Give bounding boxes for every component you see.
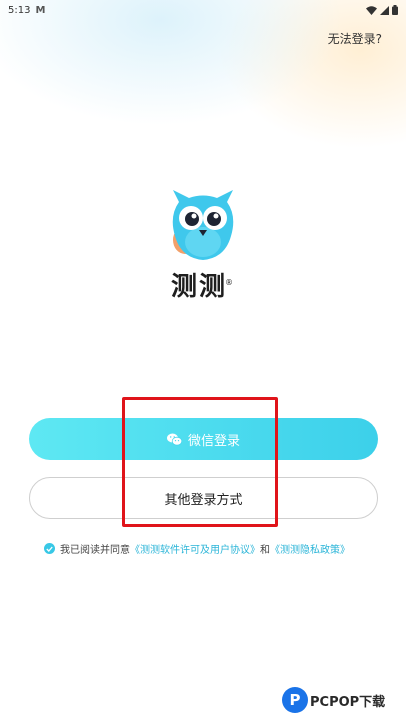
status-bar: 5:13 M — [0, 0, 406, 20]
background-gradient — [0, 0, 406, 170]
registered-mark: ® — [225, 278, 235, 288]
app-logo — [163, 188, 243, 264]
license-agreement-link[interactable]: 《测测软件许可及用户协议》 — [130, 541, 260, 556]
app-name-text: 测测 — [170, 272, 227, 302]
cellular-icon — [380, 5, 389, 15]
agreement-checkbox[interactable] — [44, 543, 55, 554]
watermark-text: PCPOP下载 — [310, 694, 386, 710]
checkmark-icon — [46, 546, 53, 552]
watermark: P PCPOP下载 — [282, 680, 406, 720]
app-name: 测测® — [0, 266, 406, 303]
agreement-row: 我已阅读并同意 《测测软件许可及用户协议》 和 《测测隐私政策》 — [44, 541, 384, 556]
status-icons — [366, 5, 398, 15]
owl-logo-icon — [172, 190, 234, 260]
privacy-policy-link[interactable]: 《测测隐私政策》 — [270, 541, 350, 556]
wifi-icon — [366, 5, 377, 15]
watermark-logo-icon: P — [282, 687, 308, 713]
gmail-notification-icon: M — [35, 4, 46, 16]
status-time: 5:13 — [8, 4, 31, 16]
agreement-and: 和 — [260, 545, 270, 556]
cant-login-link[interactable]: 无法登录? — [328, 30, 382, 47]
battery-icon — [392, 5, 398, 15]
agreement-prefix: 我已阅读并同意 — [60, 545, 130, 556]
highlight-annotation-box — [122, 397, 278, 527]
